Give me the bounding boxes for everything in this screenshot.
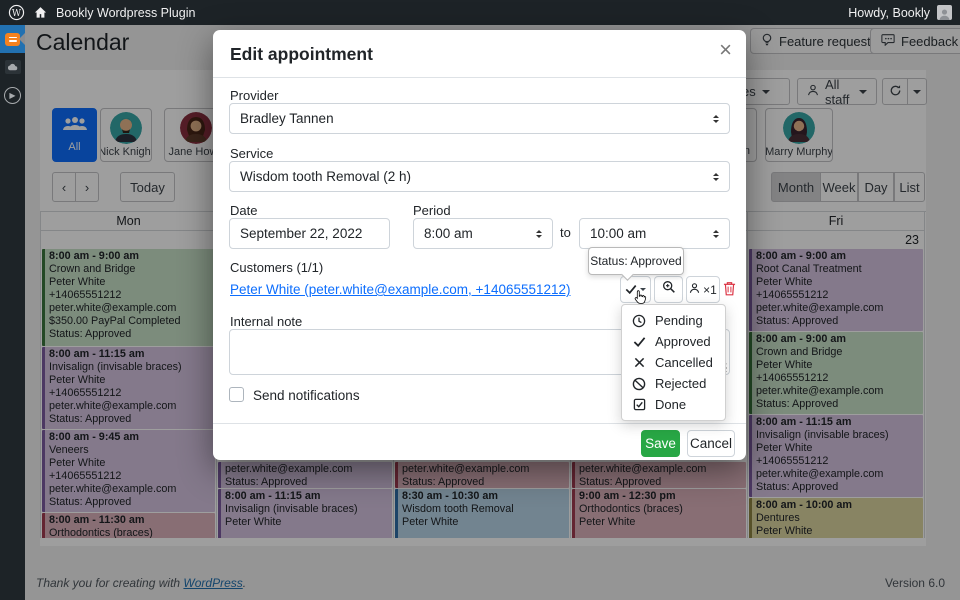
send-notifications-label: Send notifications [253, 388, 360, 403]
x-icon [632, 357, 646, 368]
magnifier-plus-icon [662, 280, 676, 299]
clock-icon [632, 314, 646, 328]
person-icon [689, 282, 700, 297]
status-menu-label: Approved [655, 334, 711, 349]
howdy-label[interactable]: Howdy, Bookly [848, 6, 930, 20]
select-arrows-icon [536, 230, 542, 238]
provider-label: Provider [230, 88, 278, 103]
service-value: Wisdom tooth Removal (2 h) [240, 169, 411, 184]
status-menu-item-pending[interactable]: Pending [622, 310, 725, 331]
service-select[interactable]: Wisdom tooth Removal (2 h) [229, 161, 730, 192]
bookly-icon [5, 33, 20, 46]
close-icon[interactable]: × [719, 36, 732, 64]
site-name[interactable]: Bookly Wordpress Plugin [56, 6, 195, 20]
save-button[interactable]: Save [641, 430, 680, 457]
cloud-icon [5, 60, 21, 74]
period-to-value: 10:00 am [590, 226, 646, 241]
status-menu: Pending Approved Cancelled Rejected Done [621, 304, 726, 421]
check-icon [632, 336, 646, 347]
wp-admin-bar: W Bookly Wordpress Plugin Howdy, Bookly [0, 0, 960, 25]
date-input[interactable]: September 22, 2022 [229, 218, 390, 249]
date-value: September 22, 2022 [240, 226, 362, 241]
to-label: to [560, 225, 571, 240]
date-label: Date [230, 203, 257, 218]
ban-icon [632, 377, 646, 391]
period-from-select[interactable]: 8:00 am [413, 218, 553, 249]
home-icon [34, 6, 47, 19]
persons-count-label: ×1 [703, 283, 717, 297]
sidebar-item-misc[interactable]: ▶ [0, 81, 25, 109]
period-label: Period [413, 203, 451, 218]
mouse-cursor-hand [633, 289, 647, 311]
internal-note-label: Internal note [230, 314, 302, 329]
customer-link[interactable]: Peter White (peter.white@example.com, +1… [230, 282, 571, 297]
check-square-icon [632, 398, 646, 411]
status-menu-label: Rejected [655, 376, 706, 391]
select-arrows-icon [713, 173, 719, 181]
status-tooltip: Status: Approved [588, 247, 684, 275]
wp-sidebar: ▶ [0, 25, 25, 600]
wordpress-logo-icon[interactable]: W [8, 4, 25, 21]
select-arrows-icon [713, 115, 719, 123]
period-from-value: 8:00 am [424, 226, 473, 241]
provider-select[interactable]: Bradley Tannen [229, 103, 730, 134]
period-to-select[interactable]: 10:00 am [579, 218, 730, 249]
user-avatar[interactable] [937, 5, 952, 20]
status-menu-item-cancelled[interactable]: Cancelled [622, 352, 725, 373]
customers-label: Customers (1/1) [230, 260, 323, 275]
cancel-button[interactable]: Cancel [687, 430, 735, 457]
screen: W Bookly Wordpress Plugin Howdy, Bookly … [0, 0, 960, 600]
number-of-persons-button[interactable]: ×1 [686, 276, 720, 303]
sidebar-item-bookly[interactable] [0, 25, 25, 53]
customer-details-button[interactable] [654, 276, 683, 303]
status-menu-item-approved[interactable]: Approved [622, 331, 725, 352]
status-menu-label: Cancelled [655, 355, 713, 370]
select-arrows-icon [713, 230, 719, 238]
sidebar-item-plugin[interactable] [0, 53, 25, 81]
trash-icon[interactable] [723, 281, 736, 301]
status-menu-item-rejected[interactable]: Rejected [622, 373, 725, 394]
svg-text:W: W [12, 9, 22, 19]
status-menu-label: Pending [655, 313, 703, 328]
play-circle-icon: ▶ [4, 87, 21, 104]
modal-title: Edit appointment [230, 44, 373, 65]
status-menu-label: Done [655, 397, 686, 412]
service-label: Service [230, 146, 273, 161]
status-menu-item-done[interactable]: Done [622, 394, 725, 415]
provider-value: Bradley Tannen [240, 111, 334, 126]
send-notifications-checkbox[interactable] [229, 387, 244, 402]
